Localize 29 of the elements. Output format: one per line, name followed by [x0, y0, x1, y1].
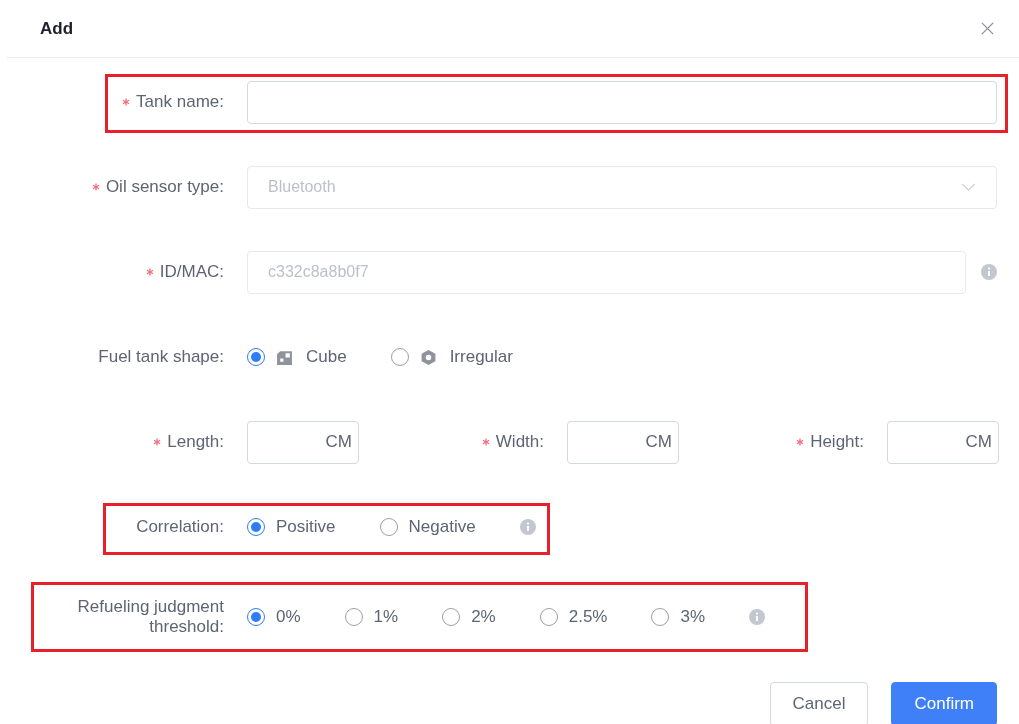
field-label: Oil sensor type: — [105, 177, 224, 197]
info-icon[interactable] — [749, 609, 766, 625]
option-label: 2% — [471, 607, 496, 627]
info-icon[interactable] — [519, 519, 536, 535]
close-icon[interactable] — [980, 21, 995, 36]
number-field[interactable]: CM — [567, 420, 679, 464]
text-field[interactable] — [247, 80, 997, 124]
field-label: Length: — [167, 432, 224, 452]
field-label: Fuel tank shape: — [98, 347, 224, 367]
option-label: 0% — [276, 607, 301, 627]
field-label: Refueling judgment threshold: — [76, 597, 224, 637]
number-field[interactable]: CM — [247, 420, 359, 464]
option-label: Irregular — [449, 347, 513, 367]
dialog-title: Add — [40, 18, 74, 39]
option-label: Negative — [408, 517, 476, 537]
option-label: 1% — [373, 607, 399, 627]
field-label: Height: — [810, 432, 864, 452]
option-label: 2.5% — [568, 607, 608, 627]
option-label: Cube — [306, 347, 347, 367]
field-label: ID/MAC: — [159, 262, 224, 282]
chevron-down-icon — [961, 182, 976, 192]
number-field[interactable]: CM — [887, 420, 999, 464]
cancel-button[interactable]: Cancel — [769, 682, 869, 724]
confirm-button[interactable]: Confirm — [891, 682, 997, 724]
option-label: 3% — [680, 607, 706, 627]
field-label: Correlation: — [136, 517, 224, 537]
option-label: Positive — [276, 517, 336, 537]
field-label: Tank name: — [136, 92, 224, 112]
field-label: Width: — [495, 432, 544, 452]
